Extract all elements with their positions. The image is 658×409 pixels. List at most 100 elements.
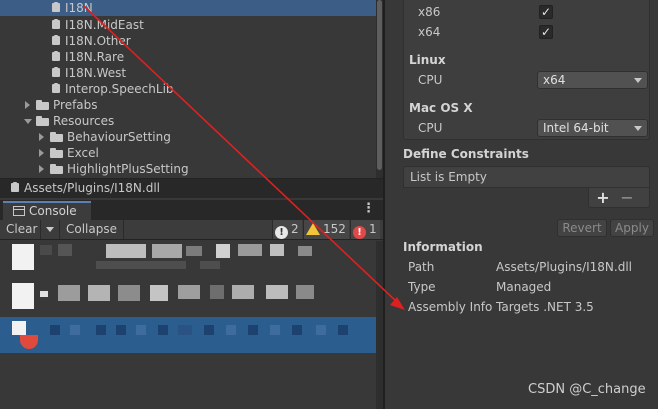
tree-item-i18n-other[interactable]: I18N.Other <box>51 33 131 49</box>
linux-cpu-label: CPU <box>418 73 443 87</box>
info-assembly-label: Assembly Info <box>408 300 493 314</box>
obscured-content <box>200 261 220 269</box>
linux-header: Linux <box>409 53 446 67</box>
tree-item-i18n-rare[interactable]: I18N.Rare <box>51 49 124 65</box>
tree-item-label: Resources <box>53 114 115 128</box>
console-icon <box>13 206 25 216</box>
revert-button[interactable]: Revert <box>557 219 607 237</box>
tree-item-label: Interop.SpeechLib <box>65 82 174 96</box>
obscured-content <box>270 244 284 256</box>
expand-arrow-icon[interactable] <box>39 133 44 141</box>
tab-console[interactable]: Console <box>3 201 91 220</box>
obscured-content <box>238 244 262 256</box>
log-entry-selected[interactable] <box>0 317 383 353</box>
tree-item-i18n-mideast[interactable]: I18N.MidEast <box>51 17 144 33</box>
remove-constraint-button[interactable]: − <box>618 188 636 207</box>
assembly-icon <box>10 182 20 193</box>
expand-arrow-icon[interactable] <box>39 165 44 173</box>
tab-label: Console <box>29 204 77 218</box>
error-icon: ! <box>353 226 366 239</box>
collapse-button[interactable]: Collapse <box>60 220 124 239</box>
inspector-panel: x86 ✓ x64 ✓ Linux CPU x64 Mac OS X CPU I… <box>385 0 658 409</box>
log-entry-icon <box>12 283 34 309</box>
tree-item-interop-speechlib[interactable]: Interop.SpeechLib <box>51 81 174 97</box>
obscured-content <box>58 244 72 256</box>
kebab-menu-icon[interactable]: ⋮ <box>362 202 375 218</box>
linux-cpu-select[interactable]: x64 <box>537 71 648 89</box>
assembly-icon <box>51 19 61 30</box>
tree-item-label: BehaviourSetting <box>67 130 171 144</box>
tree-item-i18n[interactable]: I18N <box>0 0 376 16</box>
folder-icon <box>36 100 49 110</box>
error-icon <box>20 335 38 349</box>
info-type-value: Managed <box>496 280 552 294</box>
add-constraint-button[interactable]: + <box>594 188 612 207</box>
x86-checkbox[interactable]: ✓ <box>539 5 553 19</box>
warning-count: 152 <box>323 222 346 236</box>
info-path-label: Path <box>408 260 435 274</box>
mac-cpu-select[interactable]: Intel 64-bit <box>537 119 648 137</box>
tree-item-excel[interactable]: Excel <box>50 145 99 161</box>
folder-icon <box>50 148 63 158</box>
information-header: Information <box>403 240 483 254</box>
error-filter-toggle[interactable]: ! 1 <box>350 220 380 239</box>
tree-item-label: I18N.MidEast <box>65 18 144 32</box>
selected-asset-path-bar: Assets/Plugins/I18N.dll <box>0 178 383 198</box>
info-icon: ! <box>275 226 288 239</box>
log-entry[interactable] <box>0 241 383 279</box>
info-path-value: Assets/Plugins/I18N.dll <box>496 260 633 274</box>
info-type-label: Type <box>408 280 436 294</box>
clear-options-dropdown[interactable] <box>41 220 60 239</box>
info-filter-toggle[interactable]: ! 2 <box>272 220 302 239</box>
x86-label: x86 <box>418 5 441 19</box>
log-entry-icon <box>12 244 34 270</box>
obscured-content <box>186 246 202 256</box>
warning-filter-toggle[interactable]: 152 <box>303 220 349 239</box>
assembly-icon <box>51 2 61 13</box>
tree-item-label: I18N.Other <box>65 34 131 48</box>
folder-icon <box>50 164 63 174</box>
obscured-content <box>40 291 48 297</box>
obscured-content <box>50 325 60 335</box>
apply-button[interactable]: Apply <box>610 219 654 237</box>
obscured-content <box>116 325 126 335</box>
tree-item-prefabs[interactable]: Prefabs <box>36 97 98 113</box>
obscured-content <box>178 325 192 335</box>
project-tree: I18N I18N.MidEast I18N.Other I18N.Rare I… <box>0 0 383 178</box>
info-assembly-value: Targets .NET 3.5 <box>496 300 594 314</box>
expand-arrow-icon[interactable] <box>39 149 44 157</box>
tree-item-behavioursetting[interactable]: BehaviourSetting <box>50 129 171 145</box>
console-toolbar: Clear Collapse ! 2 152 ! 1 <box>0 220 383 240</box>
expand-arrow-icon[interactable] <box>25 101 30 109</box>
x64-label: x64 <box>418 25 441 39</box>
obscured-content <box>136 325 146 335</box>
obscured-content <box>178 285 200 299</box>
obscured-content <box>232 285 254 299</box>
log-entry[interactable] <box>0 279 383 317</box>
collapse-arrow-icon[interactable] <box>24 119 32 124</box>
tree-scrollbar-thumb[interactable] <box>377 0 382 170</box>
console-scrollbar[interactable] <box>376 241 383 409</box>
tree-item-label: Prefabs <box>53 98 98 112</box>
tree-item-resources[interactable]: Resources <box>36 113 114 129</box>
tree-item-i18n-west[interactable]: I18N.West <box>51 65 126 81</box>
tree-item-highlightplussetting[interactable]: HighlightPlusSetting <box>50 161 189 177</box>
obscured-content <box>70 325 80 335</box>
mac-header: Mac OS X <box>409 101 473 115</box>
x64-checkbox[interactable]: ✓ <box>539 25 553 39</box>
obscured-content <box>296 285 314 299</box>
define-constraints-header: Define Constraints <box>403 147 529 161</box>
folder-icon <box>36 116 49 126</box>
obscured-content <box>152 244 182 258</box>
obscured-content <box>210 285 224 299</box>
watermark: CSDN @C_change <box>528 382 646 397</box>
obscured-content <box>216 244 230 258</box>
clear-button[interactable]: Clear <box>0 220 41 239</box>
obscured-content <box>270 325 280 335</box>
left-panel: I18N I18N.MidEast I18N.Other I18N.Rare I… <box>0 0 383 409</box>
obscured-content <box>40 245 52 255</box>
tree-scrollbar[interactable] <box>376 0 383 178</box>
assembly-icon <box>51 83 61 94</box>
obscured-content <box>226 325 236 335</box>
obscured-content <box>338 325 348 335</box>
